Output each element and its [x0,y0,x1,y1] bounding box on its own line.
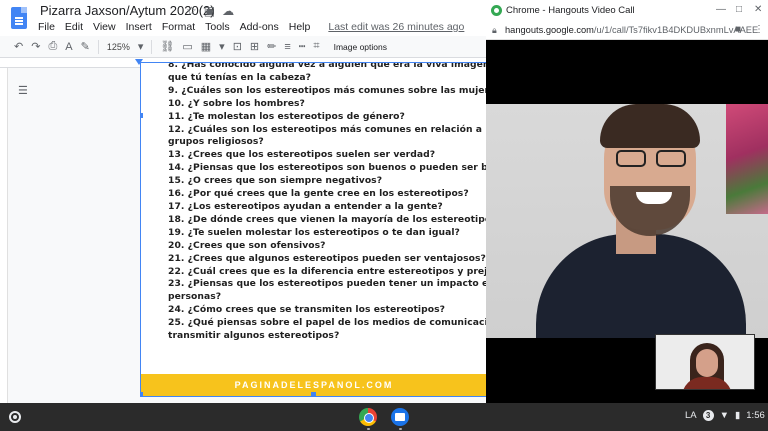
question-line: 24. ¿Cómo crees que se transmiten los es… [168,304,446,316]
docs-window: Pizarra Jaxson/Aytum 2020(2) ☆ ▣ ☁ File … [0,0,486,403]
print-icon[interactable]: ⎙ [48,40,57,53]
files-app-icon[interactable] [391,408,409,426]
question-line: 9. ¿Cuáles son los estereotipos más comu… [168,84,486,96]
undo-icon[interactable]: ↶ [14,40,23,53]
cloud-status-icon[interactable]: ☁ [222,4,234,18]
question-line: 12. ¿Cuáles son los estereotipos más com… [168,123,486,135]
image-options-button[interactable]: Image options [334,42,387,52]
docs-toolbar: ↶ ↷ ⎙ A ✎ 125% ▾ ⛓ ▭ ▦ ▾ ⊡ ⊞ ✏ ≡ ┅ ⌗ Ima… [0,36,486,58]
move-folder-icon[interactable]: ▣ [204,4,215,18]
window-title: Chrome - Hangouts Video Call [506,5,635,16]
question-line: 14. ¿Piensas que los estereotipos son bu… [168,162,486,174]
question-line: 22. ¿Cuál crees que es la diferencia ent… [168,265,486,277]
border-dash-icon[interactable]: ┅ [299,40,306,53]
menu-tools[interactable]: Tools [205,21,230,33]
question-line: 23. ¿Piensas que los estereotipos pueden… [168,278,486,290]
input-language[interactable]: LA [685,410,697,421]
notification-badge[interactable]: 3 [702,410,714,421]
status-tray[interactable]: LA 3 ▼ ▮ 1:56 [685,410,765,421]
chrome-icon [491,5,502,16]
link-icon[interactable]: ⛓ [160,40,174,53]
wifi-icon: ▼ [719,410,730,421]
url-host: hangouts.google.com [505,25,594,35]
question-line: 13. ¿Crees que los estereotipos suelen s… [168,149,436,161]
question-line: que tú tenías en la cabeza? [168,71,312,83]
more-menu-icon[interactable]: ⋮ [754,24,764,35]
question-line: 15. ¿O crees que son siempre negativos? [168,175,383,187]
vertical-ruler[interactable] [0,68,8,403]
banner-text: PAGINADELESPANOL.COM [234,380,394,390]
image-dropdown-icon[interactable]: ▾ [219,40,225,53]
question-line: 16. ¿Por qué crees que la gente cree en … [168,188,469,200]
question-line: 19. ¿Te suelen molestar los estereotipos… [168,226,460,238]
selection-handle[interactable] [311,392,316,396]
replace-image-icon[interactable]: ⊞ [250,40,259,53]
menu-view[interactable]: View [93,21,116,33]
comment-icon[interactable]: ▭ [182,40,192,53]
question-line: 17. ¿Los estereotipos ayudan a entender … [168,200,443,212]
question-line: 18. ¿De dónde crees que vienen la mayorí… [168,213,486,225]
hangouts-window: Chrome - Hangouts Video Call — □ ✕ 🔒︎ ha… [486,0,768,403]
remote-video[interactable] [486,104,768,338]
chrome-app-icon[interactable] [359,408,377,426]
question-line: 25. ¿Qué piensas sobre el papel de los m… [168,317,486,329]
border-color-icon[interactable]: ✏ [267,40,276,53]
border-weight-icon[interactable]: ≡ [284,41,290,53]
question-list: 8. ¿Has conocido alguna vez a alguien qu… [168,62,486,343]
camera-icon[interactable]: ■ [735,24,741,35]
zoom-select[interactable]: 125% [107,42,130,52]
address-bar[interactable]: 🔒︎ hangouts.google.com/u/1/call/Ts7fikv1… [486,22,768,40]
selection-handle[interactable] [141,392,143,396]
menu-add-ons[interactable]: Add-ons [240,21,279,33]
clock: 1:56 [746,410,765,421]
lock-icon[interactable]: 🔒︎ [492,25,497,36]
question-line: transmitir algunos estereotipos? [168,330,340,342]
question-line: 11. ¿Te molestan los estereotipos de gén… [168,110,405,122]
last-edit-link[interactable]: Last edit was 26 minutes ago [328,21,464,33]
url-text[interactable]: hangouts.google.com/u/1/call/Ts7fikv1B4D… [505,25,758,35]
question-line: 8. ¿Has conocido alguna vez a alguien qu… [168,62,486,70]
redo-icon[interactable]: ↷ [31,40,40,53]
self-preview-video[interactable] [655,334,755,390]
launcher-icon[interactable] [9,411,21,423]
crop-icon[interactable]: ⌗ [313,40,319,53]
question-line: personas? [168,291,222,303]
maximize-icon[interactable]: □ [736,4,742,15]
zoom-dropdown-icon[interactable]: ▾ [138,40,144,53]
url-path: /u/1/call/Ts7fikv1B4DKDUBxnmLvAAEE [593,25,759,35]
menu-help[interactable]: Help [289,21,311,33]
minimize-icon[interactable]: — [716,4,726,15]
docs-logo-icon[interactable] [11,7,27,29]
insert-image-icon[interactable]: ▦ [201,40,211,53]
question-line: 21. ¿Crees que algunos estereotipos pued… [168,252,486,264]
star-icon[interactable]: ☆ [186,4,197,18]
paint-format-icon[interactable]: ✎ [81,40,90,53]
docs-header: Pizarra Jaxson/Aytum 2020(2) ☆ ▣ ☁ File … [0,0,486,36]
battery-icon: ▮ [735,410,741,421]
question-line: 20. ¿Crees que son ofensivos? [168,239,326,251]
hangouts-title-bar: Chrome - Hangouts Video Call — □ ✕ [486,0,768,22]
question-line: 10. ¿Y sobre los hombres? [168,97,305,109]
close-icon[interactable]: ✕ [754,4,762,15]
selection-handle[interactable] [141,113,143,118]
shelf: LA 3 ▼ ▮ 1:56 [0,403,768,431]
crop-image-icon[interactable]: ⊡ [233,40,242,53]
document-outline-icon[interactable]: ☰ [18,84,30,97]
menu-file[interactable]: File [38,21,55,33]
menu-bar: File Edit View Insert Format Tools Add-o… [38,21,464,33]
document-page[interactable]: 8. ¿Has conocido alguna vez a alguien qu… [140,62,486,397]
background-painting [726,104,768,214]
menu-insert[interactable]: Insert [126,21,152,33]
menu-edit[interactable]: Edit [65,21,83,33]
spellcheck-icon[interactable]: A [65,41,72,53]
question-line: grupos religiosos? [168,136,264,148]
menu-format[interactable]: Format [162,21,195,33]
